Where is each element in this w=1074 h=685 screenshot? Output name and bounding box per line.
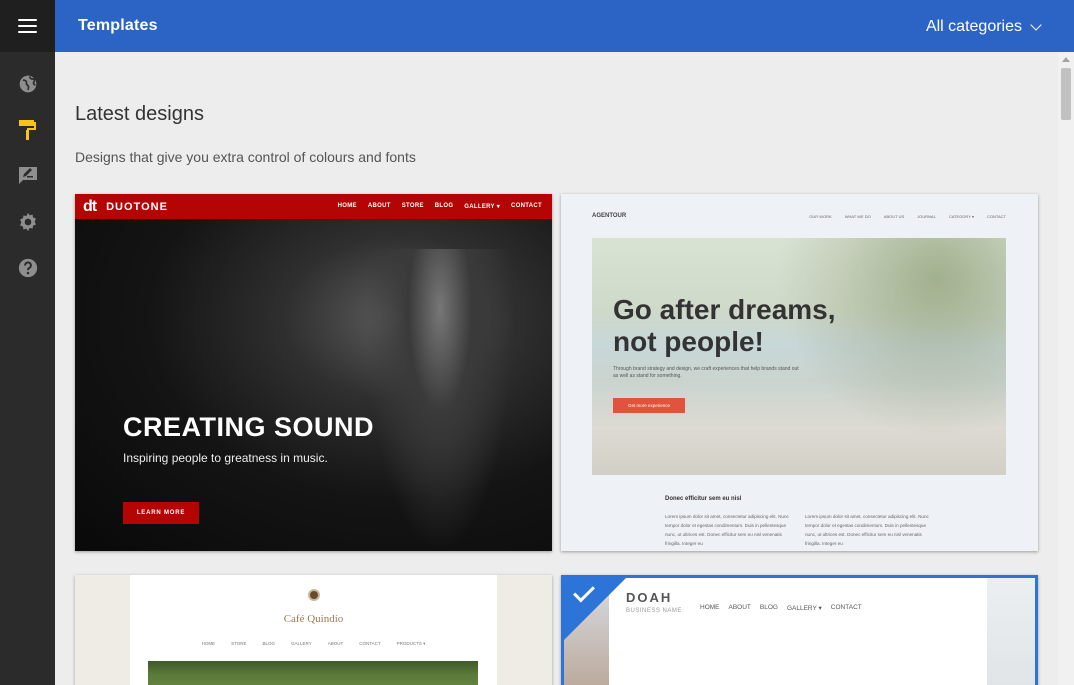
paint-roller-icon[interactable] <box>16 118 40 142</box>
scrollbar-thumb[interactable] <box>1061 68 1071 120</box>
template-menu-item: CONTACT <box>359 641 381 646</box>
sidebar <box>0 0 55 685</box>
template-brand: DOAH <box>626 590 673 605</box>
templates-app: Templates All categories Latest designs … <box>0 0 1074 685</box>
template-tagline: BUSINESS NAME <box>626 608 682 614</box>
template-brand: DUOTONE <box>106 200 168 213</box>
template-menu-item: BLOG <box>262 641 276 646</box>
template-page: Café Quindío HOME STORE BLOG GALLERY ABO… <box>130 575 497 685</box>
section-subheading: Designs that give you extra control of c… <box>75 149 416 165</box>
chevron-down-icon <box>1030 19 1042 31</box>
template-hero-title: Go after dreams, not people! <box>613 294 836 358</box>
template-menu: HOME ABOUT STORE BLOG GALLERY ▾ CONTACT <box>338 203 542 210</box>
template-hero-lead: Through brand strategy and design, we cr… <box>613 366 799 379</box>
template-cta-button: Get more experience <box>613 398 685 413</box>
gear-icon[interactable] <box>16 210 40 234</box>
template-card-doah[interactable]: DOAH BUSINESS NAME HOME ABOUT BLOG GALLE… <box>561 575 1038 685</box>
template-card-duotone[interactable]: dt DUOTONE HOME ABOUT STORE BLOG GALLERY… <box>75 194 552 551</box>
template-menu-item: ABOUT <box>367 203 391 209</box>
template-menu-item: ABOUT US <box>883 214 905 219</box>
globe-icon[interactable] <box>16 72 40 96</box>
vertical-scrollbar[interactable] <box>1058 52 1074 685</box>
scroll-up-arrow-icon[interactable] <box>1062 57 1070 62</box>
hamburger-menu-icon[interactable] <box>0 0 55 52</box>
category-dropdown-label: All categories <box>925 18 1022 35</box>
help-icon[interactable] <box>16 256 40 280</box>
template-menu-item: HOME <box>700 604 720 611</box>
template-text-title: Donec efficitur sem eu nisl <box>665 496 742 502</box>
template-menu: HOME ABOUT BLOG GALLERY ▾ CONTACT <box>700 604 862 612</box>
doah-side-photo <box>987 578 1035 685</box>
template-menu-item: HOME <box>337 203 357 209</box>
template-nav-bar: dt DUOTONE HOME ABOUT STORE BLOG GALLERY… <box>75 194 552 219</box>
template-card-cafe[interactable]: Café Quindío HOME STORE BLOG GALLERY ABO… <box>75 575 552 685</box>
template-menu: OUR WORK WHAT WE DO ABOUT US JOURNAL CAT… <box>809 214 1006 219</box>
template-hero-title: CREATING SOUND <box>123 412 375 442</box>
section-heading: Latest designs <box>75 103 204 125</box>
template-menu: HOME STORE BLOG GALLERY ABOUT CONTACT PR… <box>130 641 497 647</box>
cafe-logo-icon <box>308 589 320 601</box>
template-menu-item: GALLERY ▾ <box>786 605 822 612</box>
template-hero-subtitle: Inspiring people to greatness in music. <box>123 451 328 465</box>
edit-note-icon[interactable] <box>16 164 40 188</box>
template-menu-item: STORE <box>231 641 247 646</box>
template-menu-item: PRODUCTS ▾ <box>396 641 426 646</box>
duotone-logo: dt <box>83 197 97 215</box>
template-menu-item: GALLERY <box>291 641 312 646</box>
template-menu-item: JOURNAL <box>917 214 936 219</box>
template-menu-item: BLOG <box>434 203 454 209</box>
template-menu-item: CATEGORY ▾ <box>948 214 974 219</box>
template-text-column: Lorem ipsum dolor sit amet, consectetur … <box>665 514 789 546</box>
templates-gallery: Latest designs Designs that give you ext… <box>55 52 1058 685</box>
template-brand: Café Quindío <box>283 613 344 625</box>
template-card-agentour[interactable]: AGENTOUR OUR WORK WHAT WE DO ABOUT US JO… <box>561 194 1038 551</box>
template-menu-item: STORE <box>401 203 424 209</box>
template-cta-button: LEARN MORE <box>123 502 199 524</box>
template-brand: AGENTOUR <box>592 213 627 219</box>
selected-badge <box>564 578 626 640</box>
template-menu-item: ABOUT <box>327 641 344 646</box>
template-menu-item: BLOG <box>759 604 778 611</box>
category-dropdown[interactable]: All categories <box>925 18 1042 36</box>
template-menu-item: CONTACT <box>986 214 1006 219</box>
template-nav-bar: AGENTOUR OUR WORK WHAT WE DO ABOUT US JO… <box>561 194 1038 238</box>
template-menu-item: GALLERY ▾ <box>464 204 501 210</box>
template-menu-item: OUR WORK <box>809 214 832 219</box>
template-text-column: Lorem ipsum dolor sit amet, consectetur … <box>805 514 929 546</box>
template-menu-item: CONTACT <box>511 203 542 209</box>
template-menu-item: HOME <box>201 641 216 646</box>
hero-line-1: Go after dreams, <box>613 294 836 325</box>
page-title: Templates <box>78 17 158 34</box>
template-menu-item: ABOUT <box>728 604 751 611</box>
coffee-field-photo <box>148 661 478 685</box>
top-app-bar: Templates All categories <box>55 0 1074 52</box>
hero-line-2: not people! <box>613 326 764 357</box>
template-menu-item: CONTACT <box>830 604 862 611</box>
template-menu-item: WHAT WE DO <box>844 214 871 219</box>
